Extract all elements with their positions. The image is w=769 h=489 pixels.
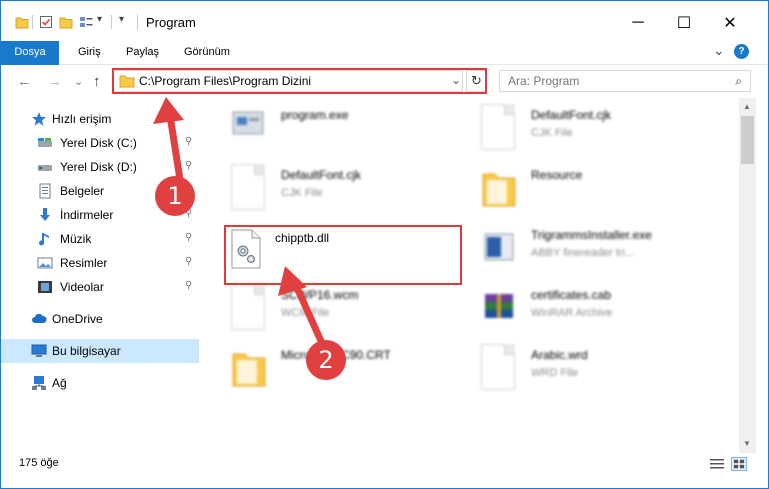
step-1-marker: 1 [155,176,195,216]
arrow-2-head [278,266,307,296]
arrow-2-shaft [290,277,325,345]
arrow-1-head [153,97,184,124]
annotation-arrows [153,97,325,345]
step-2-marker: 2 [306,340,346,380]
file-explorer-window: ▾ ▾ Program ─ ☐ ✕ Dosya Giriş Paylaş Gör… [0,0,769,489]
